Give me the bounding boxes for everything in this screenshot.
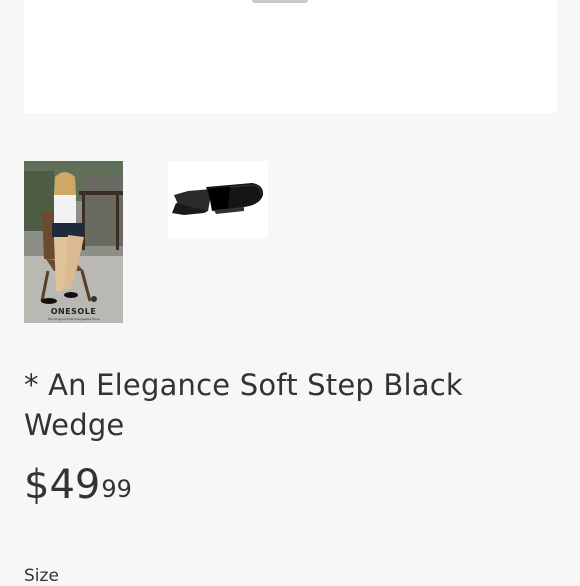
lifestyle-photo-image — [24, 161, 123, 323]
product-price: $4999 — [24, 461, 132, 509]
product-title: * An Elegance Soft Step Black Wedge — [24, 368, 463, 442]
size-label: Size — [24, 566, 59, 586]
black-wedge-sandal-image — [172, 183, 264, 215]
main-product-image[interactable] — [24, 0, 557, 113]
brand-logo-text: ONESOLE — [50, 307, 97, 316]
brand-tagline: The Original Interchangeable Shoe — [47, 317, 100, 321]
price-dollars: $49 — [24, 462, 101, 508]
price-cents: 99 — [101, 475, 132, 503]
thumbnail-wedge-sandal[interactable] — [168, 161, 268, 238]
main-image-shoe-edge — [252, 0, 308, 3]
thumbnail-lifestyle[interactable]: ONESOLE The Original Interchangeable Sho… — [24, 161, 123, 323]
